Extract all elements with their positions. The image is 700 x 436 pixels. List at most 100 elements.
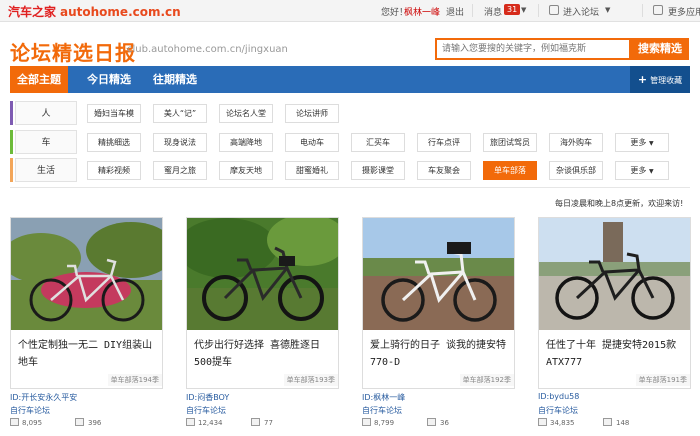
category-tag[interactable]: 行车点评 <box>417 133 471 152</box>
category-row-people: 人 婚妇当车模 美人“记” 论坛名人堂 论坛讲师 <box>10 101 690 125</box>
card-category-tag[interactable]: 单车部落194季 <box>107 374 162 386</box>
card-category-tag[interactable]: 单车部落193季 <box>283 374 338 386</box>
replies-count: 77 <box>264 419 273 427</box>
forum-link[interactable]: 自行车论坛 <box>10 405 50 416</box>
manage-favorites-label: 管理收藏 <box>650 76 683 85</box>
category-tag[interactable]: 现身说法 <box>153 133 207 152</box>
messages-count-badge: 31 <box>504 4 521 15</box>
category-tag[interactable]: 汇买车 <box>351 133 405 152</box>
category-tag[interactable]: 电动车 <box>285 133 339 152</box>
replies-count: 148 <box>616 419 630 427</box>
replies-icon <box>75 418 84 426</box>
category-tag[interactable]: 杂谈俱乐部 <box>549 161 603 180</box>
category-tag-selected[interactable]: 单车部落 <box>483 161 537 180</box>
category-tag[interactable]: 论坛讲师 <box>285 104 339 123</box>
category-row-life: 生活 精彩视频 蜜月之旅 摩友天地 甜蜜婚礼 摄影课堂 车友聚会 单车部落 杂谈… <box>10 158 690 182</box>
author-id[interactable]: ID:开长安永久平安 <box>10 392 77 403</box>
more-dropdown[interactable]: 更多 ▼ <box>615 161 669 180</box>
category-color-bar <box>10 130 13 154</box>
bike-photo[interactable] <box>187 218 338 330</box>
divider <box>10 187 690 188</box>
main-nav: 全部主题 今日精选 往期精选 + 管理收藏 <box>10 66 690 93</box>
more-label: 更多 <box>630 138 647 147</box>
page-title: 论坛精选日报 <box>10 41 136 65</box>
card-title[interactable]: 任性了十年 提捷安特2015款ATX777 <box>546 337 686 371</box>
category-tag[interactable]: 论坛名人堂 <box>219 104 273 123</box>
chevron-down-icon: ▼ <box>648 168 654 175</box>
category-tag[interactable]: 摄影课堂 <box>351 161 405 180</box>
replies-icon <box>603 418 612 426</box>
separator <box>538 4 539 17</box>
thread-card[interactable]: 个性定制独一无二 DIY组装山地车 单车部落194季 <box>10 217 163 389</box>
tab-past-picks[interactable]: 往期精选 <box>145 66 205 93</box>
replies-count: 36 <box>440 419 449 427</box>
category-tag[interactable]: 精挑细选 <box>87 133 141 152</box>
views-count: 8,095 <box>22 419 43 427</box>
thread-card[interactable]: 爱上骑行的日子 谈我的捷安特770-D 单车部落192季 <box>362 217 515 389</box>
author-id[interactable]: ID:bydu58 <box>538 392 579 401</box>
search-button[interactable]: 搜索精选 <box>631 38 689 60</box>
author-id[interactable]: ID:枫林一峰 <box>362 392 405 403</box>
replies-count: 396 <box>88 419 102 427</box>
category-tag[interactable]: 蜜月之旅 <box>153 161 207 180</box>
card-title[interactable]: 代步出行好选择 喜德胜逐日500提车 <box>194 337 334 371</box>
views-icon <box>186 418 195 426</box>
author-id[interactable]: ID:闷香BOY <box>186 392 229 403</box>
card-category-tag[interactable]: 单车部落191季 <box>635 374 690 386</box>
category-color-bar <box>10 158 13 182</box>
logout-link[interactable]: 退出 <box>446 5 464 18</box>
category-tag[interactable]: 高端降地 <box>219 133 273 152</box>
search-input[interactable] <box>437 40 629 58</box>
category-tag[interactable]: 精彩视频 <box>87 161 141 180</box>
more-label: 更多 <box>630 166 647 175</box>
username-link[interactable]: 枫林一峰 <box>404 5 440 18</box>
category-tag[interactable]: 旅团试驾员 <box>483 133 537 152</box>
bike-photo[interactable] <box>11 218 162 330</box>
logo-text-en: autohome.com.cn <box>60 5 181 19</box>
forum-link[interactable]: 自行车论坛 <box>362 405 402 416</box>
forum-link[interactable]: 自行车论坛 <box>538 405 578 416</box>
enter-forum-link[interactable]: 进入论坛 <box>563 5 599 18</box>
more-apps-link[interactable]: 更多应用 <box>668 5 700 18</box>
category-tag[interactable]: 海外购车 <box>549 133 603 152</box>
separator <box>642 4 643 17</box>
category-tag[interactable]: 甜蜜婚礼 <box>285 161 339 180</box>
category-label[interactable]: 车 <box>15 130 77 154</box>
card-title[interactable]: 个性定制独一无二 DIY组装山地车 <box>18 337 158 371</box>
views-icon <box>538 418 547 426</box>
autohome-logo[interactable]: 汽车之家 autohome.com.cn <box>8 3 181 20</box>
more-dropdown[interactable]: 更多 ▼ <box>615 133 669 152</box>
search-box <box>435 38 631 60</box>
category-label[interactable]: 生活 <box>15 158 77 182</box>
bike-photo[interactable] <box>363 218 514 330</box>
forum-link[interactable]: 自行车论坛 <box>186 405 226 416</box>
separator <box>472 4 473 17</box>
tab-today-picks[interactable]: 今日精选 <box>79 66 139 93</box>
category-tag[interactable]: 婚妇当车模 <box>87 104 141 123</box>
top-bar: 汽车之家 autohome.com.cn 您好！ 枫林一峰 退出 消息 31 ▼ … <box>0 0 700 22</box>
manage-favorites-button[interactable]: + 管理收藏 <box>630 66 690 93</box>
category-tag[interactable]: 美人“记” <box>153 104 207 123</box>
page-url: club.autohome.com.cn/jingxuan <box>127 44 288 55</box>
bike-photo[interactable] <box>539 218 690 330</box>
chevron-down-icon: ▼ <box>648 140 654 147</box>
chevron-down-icon[interactable]: ▼ <box>605 6 610 14</box>
tab-all-topics[interactable]: 全部主题 <box>10 66 68 93</box>
category-label[interactable]: 人 <box>15 101 77 125</box>
chevron-down-icon[interactable]: ▼ <box>521 6 526 14</box>
logo-text-cn: 汽车之家 <box>8 5 57 19</box>
views-count: 34,835 <box>550 419 575 427</box>
views-count: 8,799 <box>374 419 395 427</box>
category-tag[interactable]: 摩友天地 <box>219 161 273 180</box>
category-tag[interactable]: 车友聚会 <box>417 161 471 180</box>
views-count: 12,434 <box>198 419 223 427</box>
plus-icon: + <box>637 73 648 86</box>
card-title[interactable]: 爱上骑行的日子 谈我的捷安特770-D <box>370 337 510 371</box>
category-row-cars: 车 精挑细选 现身说法 高端降地 电动车 汇买车 行车点评 旅团试驾员 海外购车… <box>10 130 690 154</box>
card-category-tag[interactable]: 单车部落192季 <box>459 374 514 386</box>
thread-card[interactable]: 任性了十年 提捷安特2015款ATX777 单车部落191季 <box>538 217 691 389</box>
messages-link[interactable]: 消息 <box>484 5 502 18</box>
category-color-bar <box>10 101 13 125</box>
thread-card[interactable]: 代步出行好选择 喜德胜逐日500提车 单车部落193季 <box>186 217 339 389</box>
views-icon <box>362 418 371 426</box>
